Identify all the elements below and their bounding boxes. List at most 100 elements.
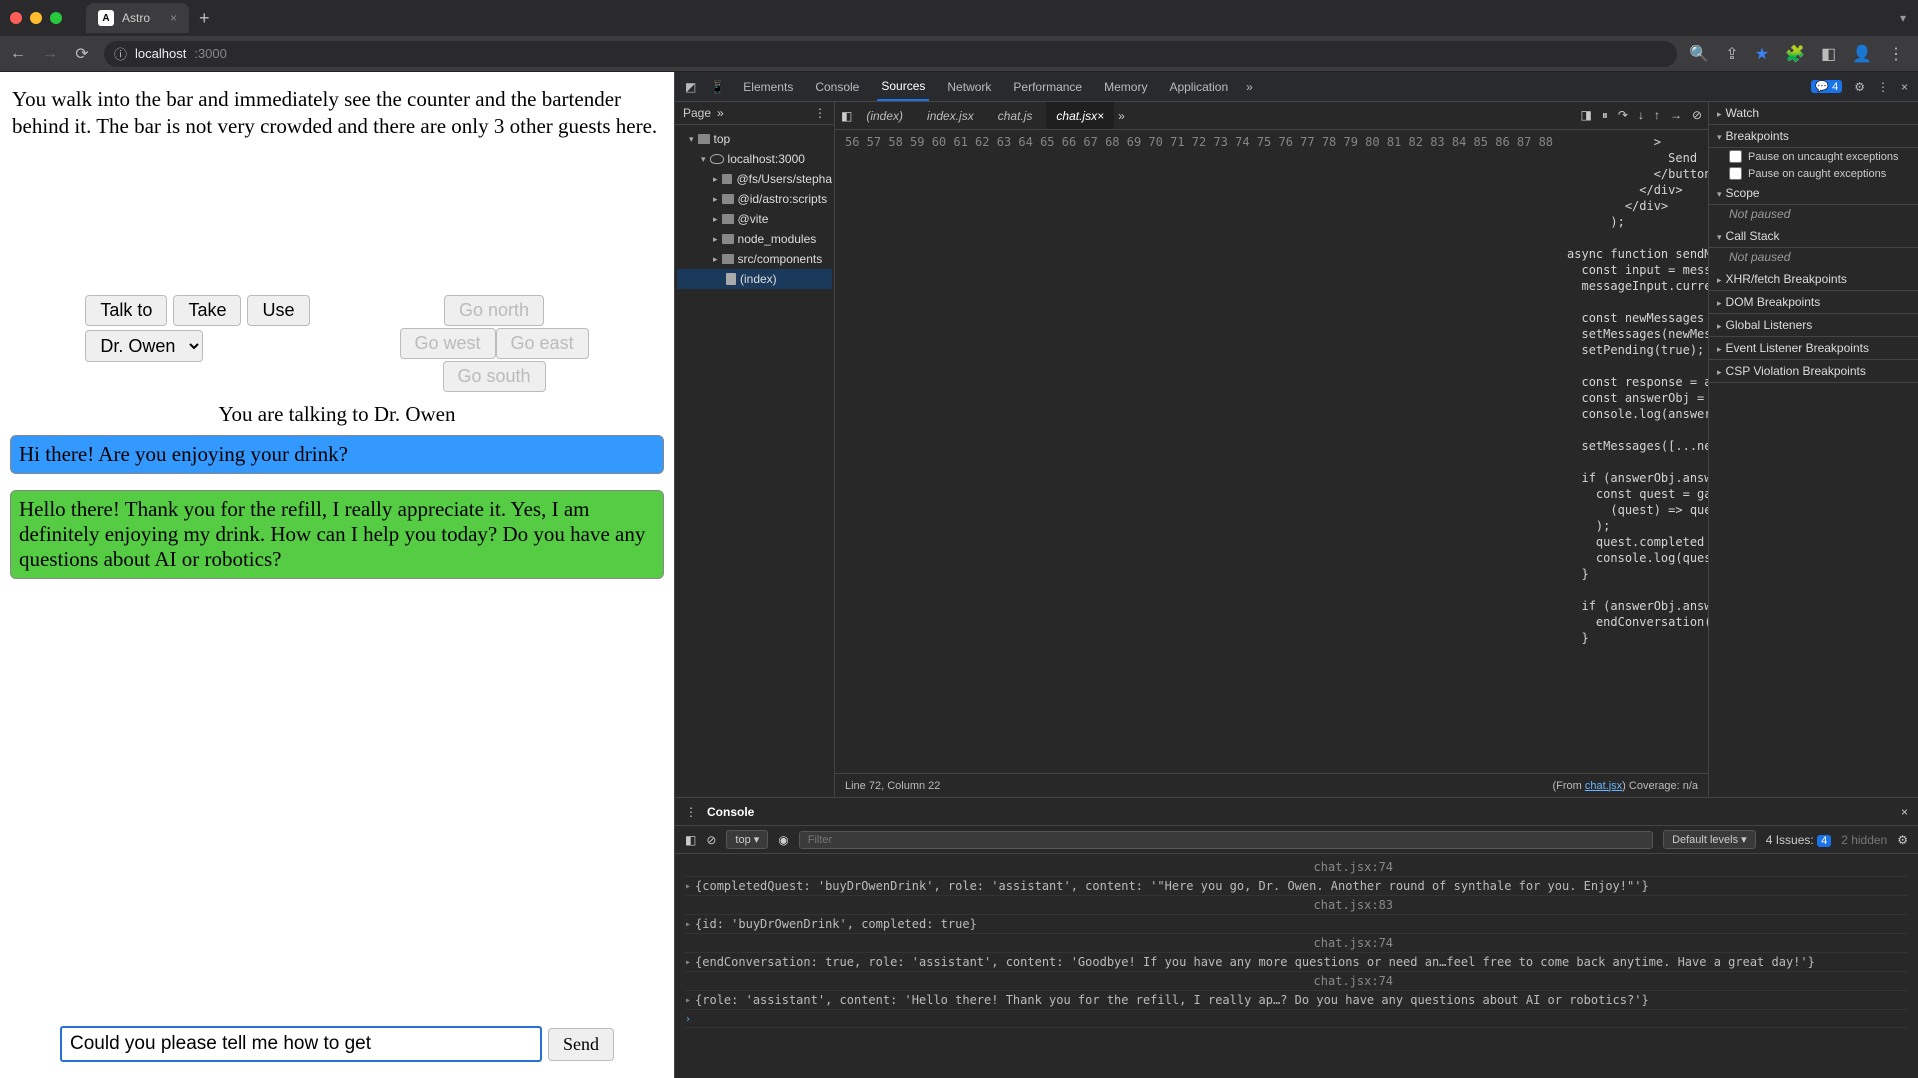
panel-menu-icon[interactable]: ⋮ [814,106,826,120]
console-settings-icon[interactable]: ⚙ [1897,833,1908,847]
tree-host[interactable]: ▾localhost:3000 [677,149,832,169]
tree-src[interactable]: ▸src/components [677,249,832,269]
editor-code[interactable]: > Send </button> </div> </div> ); async … [1559,130,1708,773]
talk-to-button[interactable]: Talk to [85,295,167,326]
console-log-row[interactable]: ▸{role: 'assistant', content: 'Hello the… [685,991,1908,1010]
console-log-row[interactable]: ▸{endConversation: true, role: 'assistan… [685,953,1908,972]
chrome-menu-icon[interactable]: ⋮ [1888,44,1904,64]
bookmark-icon[interactable]: ★ [1755,44,1769,64]
file-tab-chatjsx[interactable]: chat.jsx × [1046,102,1114,129]
window-close-dot[interactable] [10,12,22,24]
deactivate-breakpoints-icon[interactable]: ⊘ [1692,108,1702,123]
use-button[interactable]: Use [247,295,309,326]
step-icon[interactable]: → [1670,108,1682,123]
section-watch[interactable]: ▸Watch [1709,102,1918,125]
tab-elements[interactable]: Elements [739,72,797,101]
close-icon[interactable]: × [1097,109,1104,123]
tab-close-icon[interactable]: × [170,11,177,25]
tab-sources[interactable]: Sources [877,72,929,101]
tab-console[interactable]: Console [811,72,863,101]
section-listeners[interactable]: ▸Global Listeners [1709,314,1918,337]
browser-tab[interactable]: A Astro × [86,3,189,33]
step-into-icon[interactable]: ↓ [1638,108,1644,123]
go-east-button[interactable]: Go east [496,328,589,359]
tab-network[interactable]: Network [943,72,995,101]
go-west-button[interactable]: Go west [400,328,496,359]
site-info-icon[interactable]: ⓘ [114,44,127,63]
profile-icon[interactable]: 👤 [1852,44,1872,64]
tab-memory[interactable]: Memory [1100,72,1151,101]
url-field[interactable]: ⓘ localhost:3000 [104,41,1677,67]
send-button[interactable]: Send [548,1028,614,1061]
device-toolbar-icon[interactable]: 📱 [710,80,725,94]
issues-badge[interactable]: 💬 4 [1811,80,1842,93]
step-over-icon[interactable]: ↷ [1618,108,1628,123]
console-menu-icon[interactable]: ⋮ [685,805,697,819]
section-dom[interactable]: ▸DOM Breakpoints [1709,291,1918,314]
console-log-row[interactable]: chat.jsx:74 [685,934,1908,953]
file-tab-indexjsx[interactable]: index.jsx [917,102,984,129]
back-button[interactable]: ← [8,45,28,63]
window-max-dot[interactable] [50,12,62,24]
toggle-right-pane-icon[interactable]: ◨ [1581,108,1592,123]
take-button[interactable]: Take [173,295,241,326]
more-file-tabs-icon[interactable]: » [1118,109,1125,123]
reload-button[interactable]: ⟳ [72,44,92,64]
source-link[interactable]: chat.jsx [1585,780,1622,792]
tree-astro[interactable]: ▸@id/astro:scripts [677,189,832,209]
section-breakpoints[interactable]: ▾Breakpoints [1709,125,1918,148]
console-prompt[interactable]: › [685,1010,1908,1028]
go-south-button[interactable]: Go south [443,361,546,392]
file-tab-chatjs[interactable]: chat.js [988,102,1043,129]
section-csp[interactable]: ▸CSP Violation Breakpoints [1709,360,1918,383]
go-north-button[interactable]: Go north [444,295,544,326]
new-tab-button[interactable]: + [189,8,220,29]
tree-vite[interactable]: ▸@vite [677,209,832,229]
section-callstack[interactable]: ▾Call Stack [1709,225,1918,248]
pause-uncaught-checkbox[interactable]: Pause on uncaught exceptions [1709,148,1918,165]
context-selector[interactable]: top ▾ [726,830,768,849]
log-levels[interactable]: Default levels ▾ [1663,830,1756,849]
section-scope[interactable]: ▾Scope [1709,182,1918,205]
extensions-icon[interactable]: 🧩 [1785,44,1805,64]
live-expression-icon[interactable]: ◉ [778,833,788,847]
devtools-menu-icon[interactable]: ⋮ [1877,80,1889,94]
tree-index-file[interactable]: (index) [677,269,832,289]
toggle-sidebar-icon[interactable]: ◧ [841,109,852,123]
tab-application[interactable]: Application [1165,72,1232,101]
chat-input[interactable] [60,1026,542,1062]
page-label[interactable]: Page [683,106,711,120]
console-log-row[interactable]: ▸{id: 'buyDrOwenDrink', completed: true} [685,915,1908,934]
search-icon[interactable]: 🔍 [1689,44,1709,64]
settings-icon[interactable]: ⚙ [1854,80,1865,94]
tab-performance[interactable]: Performance [1009,72,1086,101]
character-select[interactable]: Dr. Owen [85,330,203,362]
more-icon[interactable]: » [717,106,724,120]
console-log-row[interactable]: chat.jsx:83 [685,896,1908,915]
console-sidebar-icon[interactable]: ◧ [685,833,696,847]
tree-node[interactable]: ▸node_modules [677,229,832,249]
tree-top[interactable]: ▾top [677,129,832,149]
pause-caught-checkbox[interactable]: Pause on caught exceptions [1709,165,1918,182]
console-log-row[interactable]: chat.jsx:74 [685,972,1908,991]
devtools-close-icon[interactable]: × [1901,80,1908,94]
section-evt[interactable]: ▸Event Listener Breakpoints [1709,337,1918,360]
tabstrip-dropdown-icon[interactable]: ▾ [1900,11,1906,25]
pause-icon[interactable]: ⏸ [1602,108,1608,123]
clear-console-icon[interactable]: ⊘ [706,833,716,847]
console-filter[interactable] [799,831,1653,849]
console-issues[interactable]: 4 Issues: 4 [1766,833,1832,847]
tree-fs[interactable]: ▸@fs/Users/stepha [677,169,832,189]
sidepanel-icon[interactable]: ◧ [1821,44,1836,64]
console-log-row[interactable]: chat.jsx:74 [685,858,1908,877]
console-log-row[interactable]: ▸{completedQuest: 'buyDrOwenDrink', role… [685,877,1908,896]
console-close-icon[interactable]: × [1901,805,1908,819]
window-min-dot[interactable] [30,12,42,24]
file-tab-index[interactable]: (index) [856,102,913,129]
forward-button[interactable]: → [40,45,60,63]
section-xhr[interactable]: ▸XHR/fetch Breakpoints [1709,268,1918,291]
more-tabs-icon[interactable]: » [1246,80,1253,94]
step-out-icon[interactable]: ↑ [1654,108,1660,123]
inspect-element-icon[interactable]: ◩ [685,80,696,94]
share-icon[interactable]: ⇪ [1725,44,1738,64]
